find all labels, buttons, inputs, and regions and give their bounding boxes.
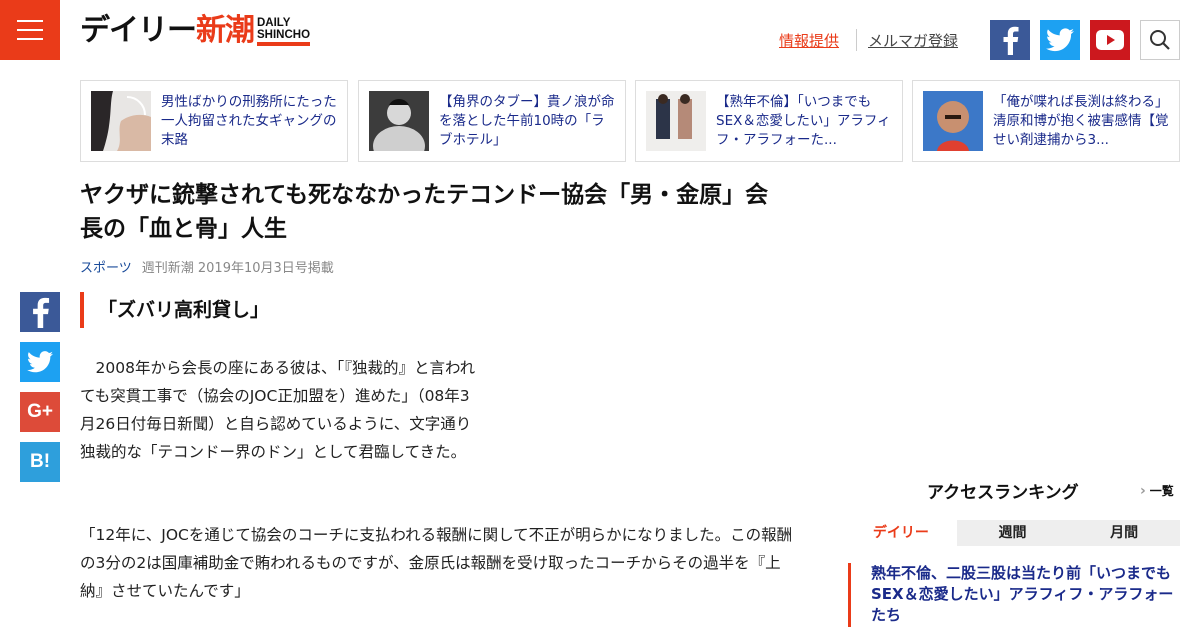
related-thumbnail — [646, 91, 706, 151]
youtube-icon — [1096, 30, 1124, 50]
article-source: 週刊新潮 2019年10月3日号掲載 — [141, 261, 334, 276]
category-link[interactable]: スポーツ — [80, 257, 132, 276]
related-title: 「俺が喋れば長渕は終わる」清原和博が抱く被害感情【覚せい剤逮捕から3... — [993, 94, 1169, 148]
chevron-right-icon: › — [1140, 482, 1146, 499]
share-googleplus-button[interactable]: G+ — [20, 392, 60, 432]
logo-en-2: SHINCHO — [257, 29, 311, 41]
share-twitter-button[interactable] — [20, 342, 60, 382]
tab-monthly[interactable]: 月間 — [1068, 520, 1181, 546]
logo-jp-red: 新潮 — [196, 13, 255, 48]
header-twitter-button[interactable] — [1040, 20, 1080, 60]
related-thumbnail — [369, 91, 429, 151]
related-thumbnail — [91, 91, 151, 151]
ranking-item[interactable]: 熟年不倫、二股三股は当たり前「いつまでもSEX＆恋愛したい」アラフィフ・アラフォ… — [848, 563, 1180, 627]
newsletter-link[interactable]: メルマガ登録 — [868, 30, 958, 51]
share-facebook-button[interactable] — [20, 292, 60, 332]
article-paragraph: 2008年から会長の座にある彼は、「『独裁的』と言われても突貫工事で（協会のJO… — [80, 359, 476, 461]
related-card[interactable]: 【角界のタブー】貴ノ浪が命を落とした午前10時の「ラブホテル」 — [358, 80, 626, 162]
ranking-tabs: デイリー 週間 月間 — [845, 520, 1181, 546]
article-paragraph: 「12年に、JOCを通じて協会のコーチに支払われる報酬に関して不正が明らかになり… — [80, 526, 793, 600]
googleplus-icon: G+ — [27, 401, 53, 422]
tab-daily[interactable]: デイリー — [845, 520, 957, 546]
related-title: 男性ばかりの刑務所にたった一人拘留された女ギャングの末路 — [161, 94, 337, 148]
facebook-icon — [33, 297, 50, 328]
info-submit-link[interactable]: 情報提供 — [779, 30, 839, 51]
logo-jp-black: デイリー — [80, 13, 197, 48]
ranking-all-label: 一覧 — [1149, 484, 1174, 498]
logo-en: DAILY SHINCHO — [257, 17, 311, 46]
ranking-title: アクセスランキング — [927, 483, 1079, 503]
article-subheading: 「ズバリ高利貸し」 — [80, 292, 269, 328]
facebook-icon — [1003, 26, 1019, 55]
menu-icon — [17, 20, 43, 22]
related-title: 【角界のタブー】貴ノ浪が命を落とした午前10時の「ラブホテル」 — [439, 94, 615, 148]
logo-text: デイリー 新潮 — [80, 13, 255, 48]
related-card[interactable]: 【熟年不倫】「いつまでもSEX＆恋愛したい」アラフィフ・アラフォーた... — [635, 80, 903, 162]
ranking-all-link[interactable]: › 一覧 — [1140, 482, 1174, 499]
share-hatena-button[interactable]: B! — [20, 442, 60, 482]
header-divider — [856, 29, 857, 51]
logo-en-1: DAILY — [257, 17, 291, 29]
tab-weekly[interactable]: 週間 — [956, 520, 1069, 546]
search-button[interactable] — [1140, 20, 1180, 60]
header-youtube-button[interactable] — [1090, 20, 1130, 60]
related-title: 【熟年不倫】「いつまでもSEX＆恋愛したい」アラフィフ・アラフォーた... — [716, 94, 891, 148]
related-thumbnail — [923, 91, 983, 151]
menu-icon-bar — [17, 38, 43, 40]
twitter-icon — [1046, 28, 1074, 52]
hatena-bookmark-icon: B! — [29, 451, 51, 472]
article-meta: スポーツ 週刊新潮 2019年10月3日号掲載 — [80, 257, 334, 276]
search-icon — [1150, 30, 1170, 50]
site-logo[interactable]: デイリー 新潮 DAILY SHINCHO — [80, 13, 311, 48]
related-card[interactable]: 「俺が喋れば長渕は終わる」清原和博が抱く被害感情【覚せい剤逮捕から3... — [912, 80, 1180, 162]
article-title: ヤクザに銃撃されても死ななかったテコンドー協会「男・金原」会長の「血と骨」人生 — [80, 182, 769, 242]
twitter-icon — [27, 351, 53, 373]
menu-icon-bar — [17, 29, 43, 31]
related-card[interactable]: 男性ばかりの刑務所にたった一人拘留された女ギャングの末路 — [80, 80, 348, 162]
header-facebook-button[interactable] — [990, 20, 1030, 60]
menu-button[interactable] — [0, 0, 60, 60]
